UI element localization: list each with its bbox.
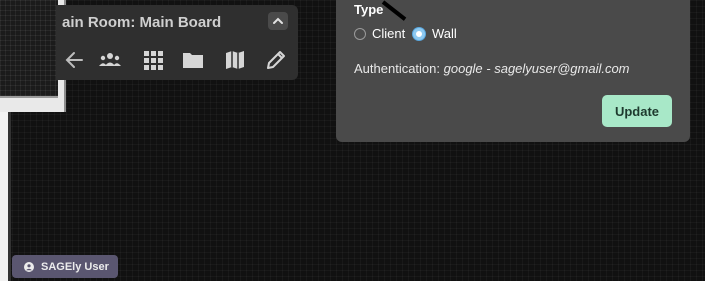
- back-arrow-icon[interactable]: [62, 48, 86, 72]
- type-label: Type: [354, 2, 384, 17]
- radio-wall[interactable]: [413, 28, 425, 40]
- room-title: ain Room: Main Board: [62, 14, 222, 31]
- pencil-icon[interactable]: [264, 48, 288, 72]
- map-icon[interactable]: [223, 48, 247, 72]
- authentication-info: Authentication: google - sagelyuser@gmai…: [354, 61, 630, 76]
- apps-grid-icon[interactable]: [141, 48, 165, 72]
- authentication-value: google - sagelyuser@gmail.com: [443, 61, 630, 76]
- collapse-button[interactable]: [268, 12, 288, 30]
- board-settings-dialog: Type Client Wall Authentication: google …: [336, 0, 690, 142]
- user-badge[interactable]: SAGEly User: [12, 255, 118, 278]
- authentication-label: Authentication:: [354, 61, 444, 76]
- users-icon[interactable]: [98, 48, 122, 72]
- user-badge-label: SAGEly User: [41, 260, 109, 273]
- radio-client[interactable]: [354, 28, 366, 40]
- user-icon: [24, 261, 34, 272]
- board-thumbnail-preview: [0, 0, 58, 98]
- radio-client-label[interactable]: Client: [372, 26, 405, 41]
- folder-icon[interactable]: [181, 48, 205, 72]
- radio-wall-label[interactable]: Wall: [432, 26, 457, 41]
- chevron-up-icon: [273, 17, 283, 24]
- main-board-menu: ain Room: Main Board: [56, 5, 298, 80]
- update-button[interactable]: Update: [602, 95, 672, 127]
